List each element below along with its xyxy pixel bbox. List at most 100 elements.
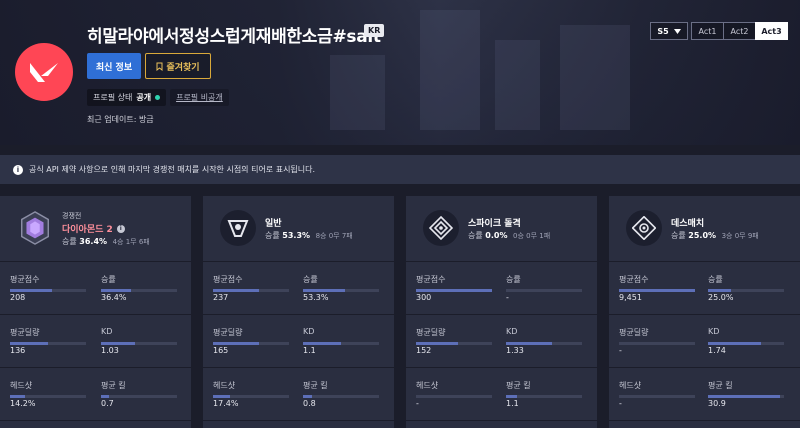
stat-row: 평균딜량 152 KD 1.33 xyxy=(406,315,597,368)
chevron-down-icon xyxy=(673,28,681,34)
stat-value: - xyxy=(416,399,419,408)
refresh-button[interactable]: 최신 정보 xyxy=(87,53,141,79)
stat-bar xyxy=(506,342,582,345)
win-record: 0승 0무 1패 xyxy=(513,232,551,240)
profile-header: 히말라야에서정성스럽게재배한소금#salt KR 최신 정보 즐겨찾기 프로필 … xyxy=(0,0,800,145)
stat-bar xyxy=(101,342,177,345)
stat-label: 평균딜량 xyxy=(10,328,40,337)
stat-value: 9,451 xyxy=(619,293,642,302)
stat-bar-fill xyxy=(101,289,132,292)
tab-act1[interactable]: Act1 xyxy=(691,22,724,40)
mode-cards: 경쟁전 다이아몬드 2 i 승률 36.4% 4승 1무 6패 평균점수 208… xyxy=(0,196,800,428)
unrated-card: 일반 승률 53.3% 8승 0무 7패 평균점수 237 승률 53.3% 평… xyxy=(203,196,394,428)
stat-label: KD xyxy=(708,327,720,336)
favorite-label: 즐겨찾기 xyxy=(166,62,200,73)
stat-value: 30.9 xyxy=(708,399,726,408)
background-building xyxy=(495,40,540,130)
stat-bar xyxy=(416,395,492,398)
stat-bar-fill xyxy=(101,342,136,345)
win-rate: 0.0% xyxy=(485,231,508,240)
stat-bar-fill xyxy=(10,342,48,345)
profile-status: 프로필 상태 공개 xyxy=(87,88,167,106)
rank-label: 다이아몬드 2 xyxy=(62,225,113,235)
win-label: 승률 xyxy=(468,231,483,240)
stat-value: 0.7 xyxy=(101,399,114,408)
stat-win-rate: 승률 - xyxy=(506,262,590,315)
info-icon: i xyxy=(13,164,23,175)
valorant-logo-icon xyxy=(15,43,73,101)
stat-avg-damage: 평균딜량 165 xyxy=(213,315,297,368)
tab-act2[interactable]: Act2 xyxy=(723,22,756,40)
stat-bar xyxy=(213,342,289,345)
deathmatch-icon xyxy=(626,210,662,246)
stat-avg-score: 평균점수 300 xyxy=(416,262,500,315)
win-record: 4승 1무 6패 xyxy=(112,238,150,246)
favorite-button[interactable]: 즐겨찾기 xyxy=(145,53,211,79)
tab-act3[interactable]: Act3 xyxy=(755,22,788,40)
stat-value: 36.4% xyxy=(101,293,127,302)
stat-headshot: 헤드샷 - xyxy=(619,368,703,421)
stat-bar-fill xyxy=(416,342,458,345)
stat-bar xyxy=(506,395,582,398)
stat-bar-fill xyxy=(708,342,762,345)
stat-value: - xyxy=(506,293,509,302)
stat-headshot: 헤드샷 - xyxy=(416,368,500,421)
stat-avg-score: 평균점수 237 xyxy=(213,262,297,315)
stat-label: 헤드샷 xyxy=(416,381,439,390)
profile-private-link[interactable]: 프로필 비공개 xyxy=(170,88,229,106)
stat-kd: KD 1.1 xyxy=(303,315,387,368)
stat-label: 승률 xyxy=(506,275,521,284)
stat-row: 평균점수 300 승률 - xyxy=(406,262,597,315)
profile-status-value: 공개 xyxy=(136,92,152,102)
stat-row: 평균점수 9,451 승률 25.0% xyxy=(609,262,800,315)
stat-value: 208 xyxy=(10,293,26,302)
stat-kd: KD 1.33 xyxy=(506,315,590,368)
stat-value: 1.74 xyxy=(708,346,726,355)
stat-bar xyxy=(101,395,177,398)
stat-value: 53.3% xyxy=(303,293,329,302)
stat-bar xyxy=(303,395,379,398)
card-header: 경쟁전 다이아몬드 2 i 승률 36.4% 4승 1무 6패 xyxy=(0,196,191,262)
stat-value: 1.33 xyxy=(506,346,524,355)
background-building xyxy=(330,55,385,130)
stat-bar xyxy=(213,395,289,398)
stat-bar xyxy=(303,289,379,292)
stat-row: 헤드샷 - 평균 킬 1.1 xyxy=(406,368,597,421)
stat-label: KD xyxy=(101,327,113,336)
stat-win-rate: 승률 36.4% xyxy=(101,262,185,315)
stat-value: 237 xyxy=(213,293,229,302)
stat-value: - xyxy=(619,346,622,355)
stat-bar-fill xyxy=(303,289,345,292)
stat-value: - xyxy=(619,399,622,408)
profile-visibility: 프로필 상태 공개 프로필 비공개 xyxy=(87,88,229,106)
win-summary: 승률 25.0% 3승 0무 9패 xyxy=(671,230,759,241)
stat-value: 300 xyxy=(416,293,432,302)
season-select[interactable]: S5 xyxy=(650,22,688,40)
stat-bar xyxy=(213,289,289,292)
stat-row: 평균딜량 165 KD 1.1 xyxy=(203,315,394,368)
stat-bar xyxy=(416,342,492,345)
stat-row: 헤드샷 - 평균 킬 30.9 xyxy=(609,368,800,421)
stat-bar-fill xyxy=(10,289,52,292)
act-tabs: Act1 Act2 Act3 xyxy=(691,22,788,40)
stat-row: 평균점수 237 승률 53.3% xyxy=(203,262,394,315)
win-summary: 승률 53.3% 8승 0무 7패 xyxy=(265,230,353,241)
win-label: 승률 xyxy=(671,231,686,240)
stat-value: 25.0% xyxy=(708,293,734,302)
stat-bar-fill xyxy=(303,395,313,398)
profile-status-label: 프로필 상태 xyxy=(93,92,133,102)
stat-bar-fill xyxy=(101,395,109,398)
stat-label: 평균 킬 xyxy=(101,381,126,390)
stat-bar-fill xyxy=(506,395,518,398)
stat-headshot: 헤드샷 17.4% xyxy=(213,368,297,421)
win-rate: 36.4% xyxy=(79,237,108,246)
stat-label: 평균 킬 xyxy=(708,381,733,390)
win-label: 승률 xyxy=(62,237,77,246)
stat-bar-fill xyxy=(213,289,259,292)
info-icon[interactable]: i xyxy=(116,224,125,233)
stat-bar-fill xyxy=(213,342,259,345)
stat-row: 헤드샷 17.4% 평균 킬 0.8 xyxy=(203,368,394,421)
stat-bar-fill xyxy=(708,395,781,398)
stat-bar xyxy=(303,342,379,345)
stat-label: 평균점수 xyxy=(619,275,649,284)
